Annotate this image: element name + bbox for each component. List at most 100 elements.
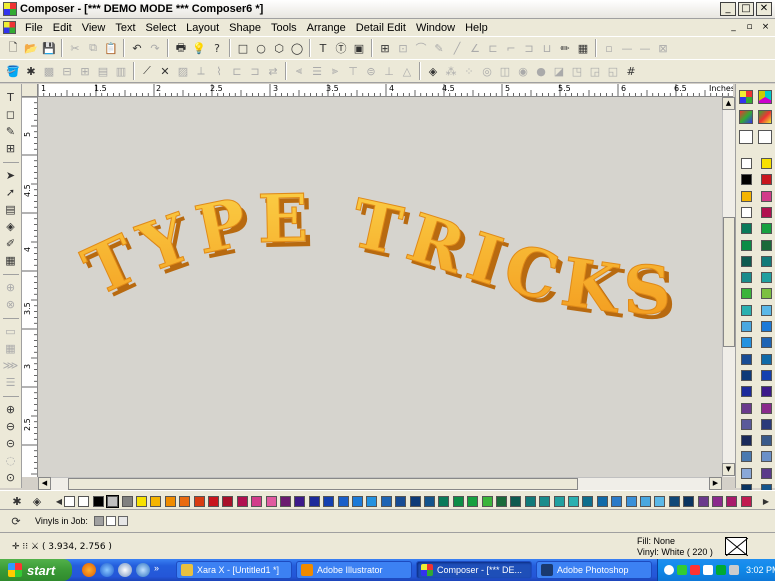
- palette-swatch[interactable]: [539, 496, 551, 507]
- horizontal-scrollbar[interactable]: ◀ ▶: [38, 477, 722, 490]
- shadow-icon[interactable]: ◪: [551, 63, 567, 79]
- text-tool-icon[interactable]: T: [315, 40, 331, 56]
- vinyl-color-swatch[interactable]: [761, 304, 772, 316]
- tray-status-icon[interactable]: [716, 565, 726, 575]
- palette-swatch[interactable]: [236, 496, 248, 507]
- rectangle-shape-icon[interactable]: □: [235, 40, 251, 56]
- vinyl-color-swatch[interactable]: [741, 304, 752, 316]
- vinyl-color-swatch[interactable]: [741, 255, 752, 267]
- task-photoshop[interactable]: Adobe Photoshop: [536, 561, 652, 579]
- palette-menu-icon[interactable]: ✱: [9, 493, 25, 509]
- palette-swatch[interactable]: [222, 496, 234, 507]
- palette-swatch[interactable]: [352, 496, 363, 507]
- edit-tool-icon[interactable]: ⊞: [3, 140, 19, 156]
- palette-options-icon[interactable]: ◈: [29, 493, 45, 509]
- vinyl-color-swatch[interactable]: [741, 272, 752, 284]
- palette-swatch[interactable]: [366, 496, 378, 507]
- menu-edit[interactable]: Edit: [48, 22, 77, 34]
- scroll-down-arrow[interactable]: ▼: [722, 463, 735, 476]
- vinyl-color-swatch[interactable]: [761, 337, 772, 349]
- vinyl-color-swatch[interactable]: [741, 206, 752, 218]
- palette-swatch[interactable]: [164, 496, 176, 507]
- palette-icon[interactable]: [739, 110, 753, 124]
- save-icon[interactable]: 💾: [41, 40, 57, 56]
- color-wheel-icon[interactable]: [739, 90, 753, 104]
- smooth-icon[interactable]: ▨: [175, 63, 191, 79]
- arc-icon[interactable]: ⌒: [413, 40, 429, 56]
- palette-swatch[interactable]: [611, 496, 623, 507]
- palette-swatch[interactable]: [308, 496, 320, 507]
- menu-help[interactable]: Help: [460, 22, 493, 34]
- vinyl-color-swatch[interactable]: [741, 158, 752, 169]
- copy-tool-icon[interactable]: ▭: [3, 323, 19, 339]
- maximize-button[interactable]: □: [738, 2, 754, 16]
- palette-swatch[interactable]: [265, 496, 277, 507]
- vinyl-color-swatch[interactable]: [761, 402, 772, 414]
- vinyl-color-swatch[interactable]: [741, 174, 752, 186]
- vinyl-swatch[interactable]: [105, 516, 116, 526]
- knife-icon[interactable]: ⟋: [139, 63, 155, 79]
- menu-arrange[interactable]: Arrange: [302, 22, 351, 34]
- palette-swatch[interactable]: [452, 496, 464, 507]
- desktop-icon[interactable]: [118, 563, 132, 577]
- more-chevron-icon[interactable]: »: [154, 563, 168, 577]
- break-icon[interactable]: ⟂: [193, 63, 209, 79]
- node-select-icon[interactable]: ➚: [3, 184, 19, 200]
- menu-text[interactable]: Text: [110, 22, 140, 34]
- vinyl-color-swatch[interactable]: [741, 451, 752, 463]
- media-icon[interactable]: [136, 563, 150, 577]
- cut-icon[interactable]: ✂: [67, 40, 83, 56]
- vinyl-color-swatch[interactable]: [741, 288, 752, 300]
- palette-swatch[interactable]: [568, 496, 579, 507]
- tray-volume-icon[interactable]: [729, 565, 739, 575]
- palette-alt-icon[interactable]: [758, 110, 772, 124]
- crop-tool-icon[interactable]: ⊗: [3, 296, 19, 312]
- transform-icon[interactable]: ⊠: [655, 40, 671, 56]
- ruler-corner[interactable]: [22, 84, 38, 97]
- paint-bucket-icon[interactable]: ◈: [425, 63, 441, 79]
- tray-security-icon[interactable]: [690, 565, 700, 575]
- palette-swatch[interactable]: [726, 496, 738, 507]
- align-bottom-icon[interactable]: ⊥: [381, 63, 397, 79]
- vinyl-color-swatch[interactable]: [741, 467, 752, 479]
- vinyl-color-swatch[interactable]: [741, 353, 752, 365]
- vinyl-color-swatch[interactable]: [741, 418, 752, 430]
- palette-swatch[interactable]: [92, 496, 104, 507]
- palette-swatch[interactable]: [208, 496, 219, 507]
- brush-tool-icon[interactable]: ✐: [3, 235, 19, 251]
- menu-tools[interactable]: Tools: [266, 22, 302, 34]
- palette-swatch[interactable]: [323, 496, 335, 507]
- palette-swatch[interactable]: [179, 496, 191, 507]
- palette-swatch[interactable]: [640, 496, 651, 507]
- align-middle-icon[interactable]: ⊜: [363, 63, 379, 79]
- document-minimize-button[interactable]: _: [727, 21, 740, 34]
- dim-line-icon[interactable]: —: [619, 40, 635, 56]
- zoom-page-icon[interactable]: ⊙: [3, 469, 19, 485]
- palette-swatch[interactable]: [251, 496, 263, 507]
- delete-node-icon[interactable]: ✕: [157, 63, 173, 79]
- palette-swatch[interactable]: [150, 496, 162, 507]
- palette-swatch[interactable]: [380, 496, 392, 507]
- close-button[interactable]: ✕: [756, 2, 772, 16]
- vinyl-color-swatch[interactable]: [761, 239, 772, 251]
- vinyl-color-swatch[interactable]: [761, 386, 772, 398]
- vinyl-color-swatch[interactable]: [761, 288, 772, 300]
- scroll-right-arrow[interactable]: ▶: [709, 477, 722, 490]
- vinyl-color-swatch[interactable]: [761, 190, 772, 202]
- vinyl-color-swatch[interactable]: [741, 321, 752, 332]
- group-icon[interactable]: ▤: [95, 63, 111, 79]
- palette-swatch[interactable]: [136, 496, 147, 507]
- numbering-icon[interactable]: #: [623, 63, 639, 79]
- bevel-icon[interactable]: ◱: [605, 63, 621, 79]
- palette-swatch[interactable]: [64, 496, 75, 507]
- add-color-icon[interactable]: [739, 130, 753, 144]
- align-left-icon[interactable]: ⫷: [291, 63, 307, 79]
- line-icon[interactable]: ╱: [449, 40, 465, 56]
- vinyl-color-swatch[interactable]: [761, 435, 772, 447]
- palette-swatch[interactable]: [78, 496, 90, 507]
- vinyl-color-swatch[interactable]: [761, 321, 772, 332]
- palette-swatch[interactable]: [438, 496, 450, 507]
- page-tool-icon[interactable]: ▤: [3, 201, 19, 217]
- properties-icon[interactable]: ▦: [575, 40, 591, 56]
- palette-swatch[interactable]: [294, 496, 306, 507]
